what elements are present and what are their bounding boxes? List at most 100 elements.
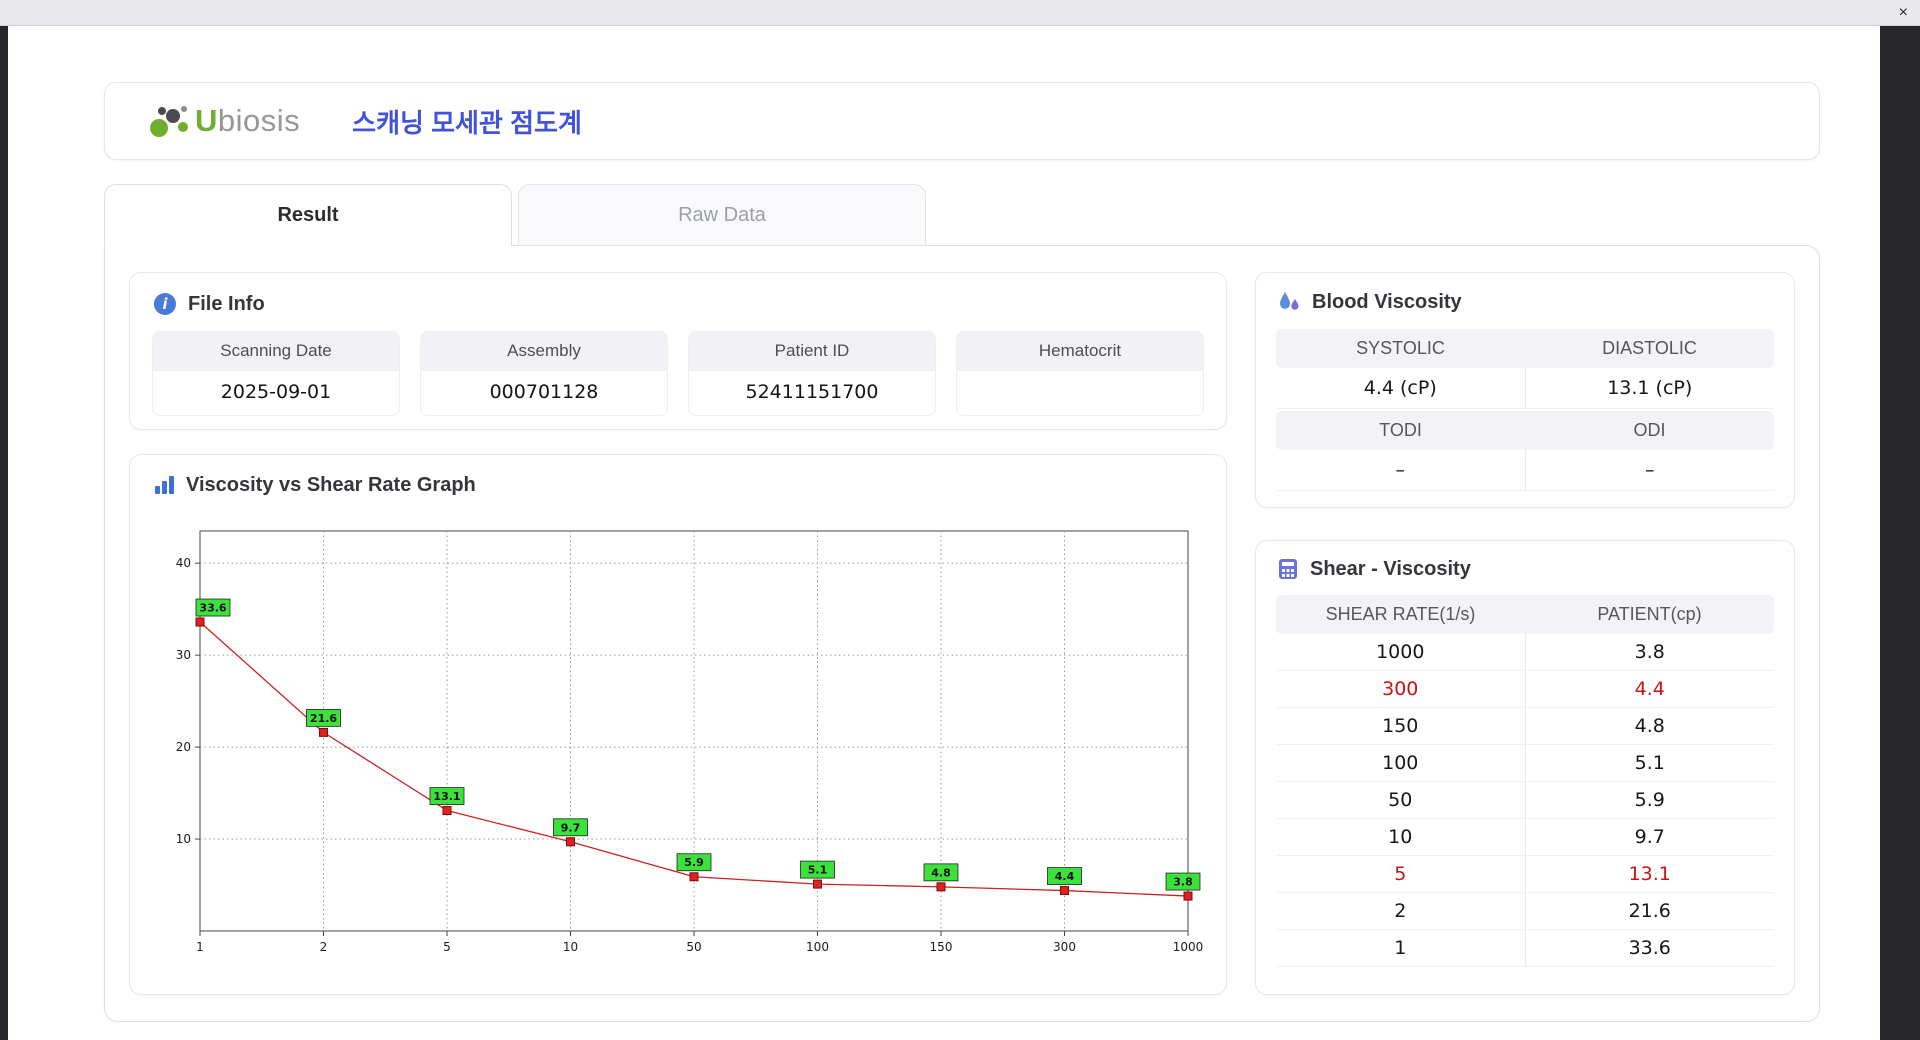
patient-viscosity-value: 13.1 xyxy=(1524,856,1775,892)
svg-text:13.1: 13.1 xyxy=(433,790,460,803)
svg-text:i: i xyxy=(162,295,168,313)
field-label: Assembly xyxy=(421,332,667,371)
svg-text:4.4: 4.4 xyxy=(1055,870,1075,883)
file-info-title: File Info xyxy=(188,292,265,315)
svg-text:300: 300 xyxy=(1053,940,1076,954)
todi-label: TODI xyxy=(1379,420,1422,440)
table-row: 1 33.6 xyxy=(1276,930,1774,967)
field-value: 2025-09-01 xyxy=(220,381,332,403)
shear-rate-value: 150 xyxy=(1382,715,1419,737)
svg-text:30: 30 xyxy=(176,648,191,662)
ubiosis-logo: Ubiosis xyxy=(145,100,300,142)
shear-rate-value: 1 xyxy=(1394,937,1407,959)
table-header-row: SYSTOLIC DIASTOLIC xyxy=(1276,329,1774,368)
info-icon: i xyxy=(154,293,176,315)
table-row: 2 21.6 xyxy=(1276,893,1774,930)
patient-viscosity-value: 9.7 xyxy=(1524,819,1775,855)
blood-viscosity-title: Blood Viscosity xyxy=(1312,290,1462,313)
header-card: Ubiosis 스캐닝 모세관 점도계 xyxy=(104,82,1820,160)
table-row: 100 5.1 xyxy=(1276,745,1774,782)
table-row: – – xyxy=(1276,450,1774,491)
close-icon[interactable]: × xyxy=(1899,3,1908,23)
field-label: Patient ID xyxy=(689,332,935,371)
svg-text:5.1: 5.1 xyxy=(808,864,828,877)
patient-viscosity-value: 21.6 xyxy=(1524,893,1775,929)
table-header-row: TODI ODI xyxy=(1276,411,1774,450)
svg-text:5: 5 xyxy=(443,940,451,954)
blood-viscosity-table: SYSTOLIC DIASTOLIC 4.4 (cP) 13.1 (cP) TO… xyxy=(1276,329,1774,491)
svg-text:33.6: 33.6 xyxy=(199,602,226,615)
shear-viscosity-table: SHEAR RATE(1/s) PATIENT(cp) 1000 3.8 300… xyxy=(1276,595,1774,967)
logo-rest: biosis xyxy=(217,103,301,138)
shear-rate-value: 300 xyxy=(1382,678,1419,700)
field-patient-id: Patient ID 52411151700 xyxy=(688,331,936,416)
svg-text:4.8: 4.8 xyxy=(931,866,951,879)
svg-text:9.7: 9.7 xyxy=(561,821,581,834)
svg-text:20: 20 xyxy=(176,740,191,754)
patient-viscosity-value: 5.1 xyxy=(1524,745,1775,781)
systolic-label: SYSTOLIC xyxy=(1356,338,1445,358)
bar-chart-icon xyxy=(155,476,174,494)
left-column: i File Info Scanning Date 2025-09-01 Ass… xyxy=(129,272,1227,995)
shear-rate-value: 100 xyxy=(1382,752,1419,774)
logo-accent: U xyxy=(195,103,218,138)
svg-text:5.9: 5.9 xyxy=(684,856,704,869)
main-panel: i File Info Scanning Date 2025-09-01 Ass… xyxy=(104,245,1820,1022)
todi-value: – xyxy=(1395,459,1406,481)
field-hematocrit: Hematocrit xyxy=(956,331,1204,416)
field-value: 000701128 xyxy=(489,381,599,403)
app-title: 스캐닝 모세관 점도계 xyxy=(352,107,582,138)
file-info-fields: Scanning Date 2025-09-01 Assembly 000701… xyxy=(152,331,1204,416)
column-shear-rate: SHEAR RATE(1/s) xyxy=(1325,604,1476,624)
systolic-value: 4.4 (cP) xyxy=(1363,377,1437,399)
field-label: Scanning Date xyxy=(153,332,399,371)
svg-text:40: 40 xyxy=(176,556,191,570)
graph-card: Viscosity vs Shear Rate Graph 10 20 30 40 1 2… xyxy=(129,454,1227,995)
svg-text:10: 10 xyxy=(176,832,191,846)
tab-bar: Result Raw Data xyxy=(104,184,926,246)
field-label: Hematocrit xyxy=(957,332,1203,371)
table-row: 50 5.9 xyxy=(1276,782,1774,819)
blood-viscosity-card: Blood Viscosity SYSTOLIC DIASTOLIC 4.4 (… xyxy=(1255,272,1795,508)
logo-text: Ubiosis xyxy=(195,103,300,139)
patient-viscosity-value: 3.8 xyxy=(1524,634,1775,670)
title-bar: × xyxy=(0,0,1920,26)
tab-raw-data[interactable]: Raw Data xyxy=(518,184,926,246)
svg-text:1: 1 xyxy=(196,940,204,954)
diastolic-label: DIASTOLIC xyxy=(1602,338,1697,358)
table-row: 4.4 (cP) 13.1 (cP) xyxy=(1276,368,1774,409)
svg-text:10: 10 xyxy=(563,940,578,954)
svg-text:150: 150 xyxy=(930,940,953,954)
graph-title: Viscosity vs Shear Rate Graph xyxy=(186,473,476,496)
patient-viscosity-value: 4.4 xyxy=(1524,671,1775,707)
app-window: Ubiosis 스캐닝 모세관 점도계 Result Raw Data i Fi… xyxy=(8,26,1880,1040)
table-row: 1000 3.8 xyxy=(1276,634,1774,671)
svg-text:21.6: 21.6 xyxy=(310,712,337,725)
blood-viscosity-header: Blood Viscosity xyxy=(1276,289,1774,315)
patient-viscosity-value: 33.6 xyxy=(1524,930,1775,966)
tab-result[interactable]: Result xyxy=(104,184,512,246)
shear-rate-value: 2 xyxy=(1394,900,1407,922)
calculator-icon xyxy=(1279,559,1297,579)
svg-text:50: 50 xyxy=(686,940,701,954)
file-info-card: i File Info Scanning Date 2025-09-01 Ass… xyxy=(129,272,1227,430)
svg-text:2: 2 xyxy=(320,940,328,954)
shear-rate-value: 50 xyxy=(1388,789,1413,811)
viscosity-chart: 10 20 30 40 1 2 5 10 50 100 150 300 1000 33.6 21.6 13.1… xyxy=(176,530,1204,954)
patient-viscosity-value: 4.8 xyxy=(1524,708,1775,744)
shear-viscosity-card: Shear - Viscosity SHEAR RATE(1/s) PATIEN… xyxy=(1255,540,1795,995)
column-patient: PATIENT(cp) xyxy=(1597,604,1702,624)
table-row: 150 4.8 xyxy=(1276,708,1774,745)
svg-text:1000: 1000 xyxy=(1173,940,1204,954)
svg-text:3.8: 3.8 xyxy=(1173,876,1193,889)
table-header-row: SHEAR RATE(1/s) PATIENT(cp) xyxy=(1276,595,1774,634)
shear-rate-value: 10 xyxy=(1388,826,1413,848)
shear-rate-value: 5 xyxy=(1394,863,1407,885)
shear-viscosity-title: Shear - Viscosity xyxy=(1310,557,1471,580)
table-row: 5 13.1 xyxy=(1276,856,1774,893)
water-drop-icon xyxy=(1280,292,1299,310)
file-info-header: i File Info xyxy=(152,291,1204,317)
table-row: 300 4.4 xyxy=(1276,671,1774,708)
svg-text:100: 100 xyxy=(806,940,829,954)
field-scanning-date: Scanning Date 2025-09-01 xyxy=(152,331,400,416)
